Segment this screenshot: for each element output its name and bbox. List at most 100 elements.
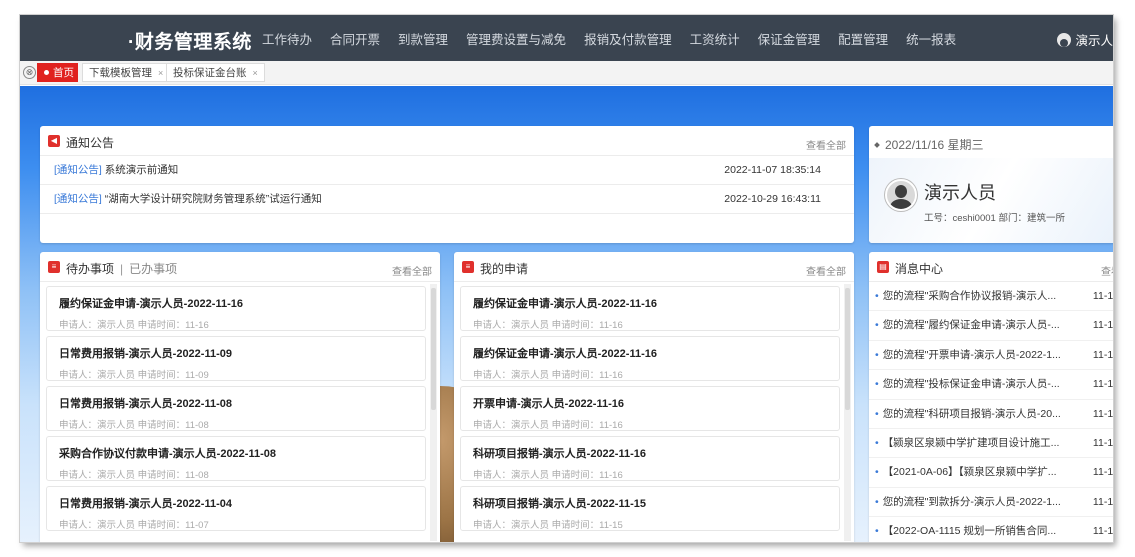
panel-title: 通知公告 <box>66 136 115 150</box>
scroll-thumb[interactable] <box>431 288 436 410</box>
top-navbar: ·财务管理系统 工作待办 合同开票 到款管理 管理费设置与减免 报销及付款管理 … <box>20 15 1113 61</box>
list-item[interactable]: 履约保证金申请-演示人员-2022-11-16 申请人：演示人员 申请时间：11… <box>46 286 426 331</box>
item-title: 日常费用报销-演示人员-2022-11-08 <box>59 398 232 410</box>
close-icon[interactable]: × <box>158 68 163 78</box>
message-item[interactable]: •您的流程"到款拆分-演示人员-2022-1... 11-15 <box>869 488 1113 518</box>
nav-item-config[interactable]: 配置管理 <box>829 15 897 61</box>
view-all-link[interactable]: 查看全 <box>1101 263 1113 278</box>
close-icon[interactable]: × <box>253 68 258 78</box>
profile-panel: 2022/11/16 星期三 演示人员 工号：ceshi0001 部门：建筑一所 <box>869 126 1113 243</box>
list-item[interactable]: 科研项目报销-演示人员-2022-11-15 申请人：演示人员 申请时间：11-… <box>460 486 840 531</box>
bullet-icon: • <box>875 378 879 391</box>
nav-item-reimbursement[interactable]: 报销及付款管理 <box>575 15 681 61</box>
message-item[interactable]: •您的流程"投标保证金申请-演示人员-... 11-16 <box>869 370 1113 400</box>
tab-bid-deposit-ledger[interactable]: 投标保证金台账 × <box>166 63 265 82</box>
tab-label: 投标保证金台账 <box>173 67 247 79</box>
bullet-icon: • <box>875 436 879 449</box>
list-item[interactable]: 履约保证金申请-演示人员-2022-11-16 申请人：演示人员 申请时间：11… <box>460 336 840 381</box>
page-tab-bar: ⊗ 首页 下载模板管理 × 投标保证金台账 × <box>20 61 1113 85</box>
nav-item-contract-invoice[interactable]: 合同开票 <box>321 15 389 61</box>
active-dot-icon <box>44 70 49 75</box>
list-item[interactable]: 开票申请-演示人员-2022-11-16 申请人：演示人员 申请时间：11-16 <box>460 386 840 431</box>
message-item[interactable]: •您的流程"科研项目报销-演示人员-20... 11-16 <box>869 400 1113 429</box>
message-item[interactable]: •【2022-OA-1115 规划一所销售合同... 11-15 <box>869 517 1113 542</box>
message-date: 11-16 <box>1092 466 1113 479</box>
item-subtitle: 申请人：演示人员 申请时间：11-16 <box>473 320 623 331</box>
notice-text: “湖南大学设计研究院财务管理系统”试运行通知 <box>101 193 322 205</box>
message-date: 11-16 <box>1092 407 1113 420</box>
profile-name: 演示人员 <box>924 183 996 203</box>
notice-tag: [通知公告] <box>54 164 102 176</box>
message-date: 11-15 <box>1092 495 1113 508</box>
applications-list: 履约保证金申请-演示人员-2022-11-16 申请人：演示人员 申请时间：11… <box>460 286 840 542</box>
list-item[interactable]: 履约保证金申请-演示人员-2022-11-16 申请人：演示人员 申请时间：11… <box>460 286 840 331</box>
message-center-panel: ▤ 消息中心 查看全 •您的流程"采购合作协议报销-演示人...11-16 •您… <box>869 252 1113 542</box>
close-all-tabs-icon[interactable]: ⊗ <box>23 66 36 79</box>
panel-header: ◀ 通知公告 查看全部 <box>40 126 854 156</box>
tab-home[interactable]: 首页 <box>37 63 78 82</box>
applications-scrollbar[interactable] <box>844 284 851 541</box>
tab-separator: | <box>120 262 124 276</box>
megaphone-icon: ◀ <box>48 135 60 147</box>
nav-item-management-fee[interactable]: 管理费设置与减免 <box>457 15 575 61</box>
scroll-thumb[interactable] <box>845 288 850 410</box>
view-all-link[interactable]: 查看全部 <box>806 137 846 152</box>
nav-item-deposit[interactable]: 保证金管理 <box>749 15 830 61</box>
message-date: 11-16 <box>1092 348 1113 361</box>
todo-scrollbar[interactable] <box>430 284 437 541</box>
item-subtitle: 申请人：演示人员 申请时间：11-08 <box>59 470 209 481</box>
item-subtitle: 申请人：演示人员 申请时间：11-07 <box>59 520 209 531</box>
panel-title: 待办事项 | 已办事项 <box>66 260 177 277</box>
message-item[interactable]: •您的流程"开票申请-演示人员-2022-1... 11-16 <box>869 341 1113 371</box>
item-title: 日常费用报销-演示人员-2022-11-09 <box>59 348 232 360</box>
app-window: ·财务管理系统 工作待办 合同开票 到款管理 管理费设置与减免 报销及付款管理 … <box>20 15 1113 542</box>
bullet-icon: • <box>875 290 879 302</box>
nav-item-todo[interactable]: 工作待办 <box>253 15 321 61</box>
panel-header: ≡ 我的申请 查看全部 <box>454 252 854 282</box>
item-title: 履约保证金申请-演示人员-2022-11-16 <box>473 348 657 360</box>
todo-list: 履约保证金申请-演示人员-2022-11-16 申请人：演示人员 申请时间：11… <box>46 286 426 542</box>
message-date: 11-15 <box>1092 525 1113 538</box>
message-text: 您的流程"投标保证金申请-演示人员-... <box>882 378 1060 391</box>
notice-item[interactable]: [通知公告] 系统演示前通知 2022-11-07 18:35:14 <box>40 156 854 185</box>
tab-todo[interactable]: 待办事项 <box>66 262 114 276</box>
list-item[interactable]: 科研项目报销-演示人员-2022-11-16 申请人：演示人员 申请时间：11-… <box>460 436 840 481</box>
tab-template-download[interactable]: 下载模板管理 × <box>82 63 171 82</box>
item-subtitle: 申请人：演示人员 申请时间：11-08 <box>59 420 209 431</box>
todo-panel: ≡ 待办事项 | 已办事项 查看全部 履约保证金申请-演示人员-2022-11-16… <box>40 252 440 542</box>
item-subtitle: 申请人：演示人员 申请时间：11-16 <box>473 420 623 431</box>
list-item[interactable]: 采购合作协议付款申请-演示人员-2022-11-08 申请人：演示人员 申请时间… <box>46 436 426 481</box>
tab-label: 下载模板管理 <box>89 67 152 79</box>
message-icon: ▤ <box>877 261 889 273</box>
user-menu[interactable]: 演示人 <box>1057 30 1113 49</box>
bullet-icon: • <box>875 348 879 361</box>
nav-item-salary[interactable]: 工资统计 <box>681 15 749 61</box>
item-subtitle: 申请人：演示人员 申请时间：11-16 <box>473 470 623 481</box>
my-applications-panel: ≡ 我的申请 查看全部 履约保证金申请-演示人员-2022-11-16 申请人：… <box>454 252 854 542</box>
todo-icon: ≡ <box>48 261 60 273</box>
avatar <box>885 179 917 211</box>
list-item[interactable]: 日常费用报销-演示人员-2022-11-08 申请人：演示人员 申请时间：11-… <box>46 386 426 431</box>
message-item[interactable]: •【2021-0A-06】【颍泉区泉颍中学扩... 11-16 <box>869 458 1113 488</box>
profile-meta: 工号：ceshi0001 部门：建筑一所 <box>924 213 1065 224</box>
list-item[interactable]: 日常费用报销-演示人员-2022-11-04 申请人：演示人员 申请时间：11-… <box>46 486 426 531</box>
bullet-icon: • <box>875 319 879 332</box>
message-item[interactable]: •您的流程"采购合作协议报销-演示人... 11-16 <box>869 282 1113 312</box>
message-text: 【2022-OA-1115 规划一所销售合同... <box>882 525 1057 538</box>
notice-text: 系统演示前通知 <box>101 164 179 176</box>
item-title: 科研项目报销-演示人员-2022-11-15 <box>473 498 646 510</box>
bullet-icon: • <box>875 466 879 479</box>
view-all-link[interactable]: 查看全部 <box>806 263 846 278</box>
notice-panel: ◀ 通知公告 查看全部 [通知公告] 系统演示前通知 2022-11-07 18… <box>40 126 854 243</box>
message-item[interactable]: •【颍泉区泉颍中学扩建项目设计施工... 11-16 <box>869 429 1113 459</box>
nav-item-reports[interactable]: 统一报表 <box>897 15 965 61</box>
nav-item-payment-received[interactable]: 到款管理 <box>389 15 457 61</box>
message-item[interactable]: •您的流程"履约保证金申请-演示人员-... 11-16 <box>869 311 1113 341</box>
app-brand: ·财务管理系统 <box>128 32 252 53</box>
view-all-link[interactable]: 查看全部 <box>392 263 432 278</box>
notice-time: 2022-11-07 18:35:14 <box>724 164 821 176</box>
tab-done[interactable]: 已办事项 <box>129 262 177 276</box>
current-date: 2022/11/16 星期三 <box>874 136 984 153</box>
notice-item[interactable]: [通知公告] “湖南大学设计研究院财务管理系统”试运行通知 2022-10-29… <box>40 185 854 214</box>
list-item[interactable]: 日常费用报销-演示人员-2022-11-09 申请人：演示人员 申请时间：11-… <box>46 336 426 381</box>
